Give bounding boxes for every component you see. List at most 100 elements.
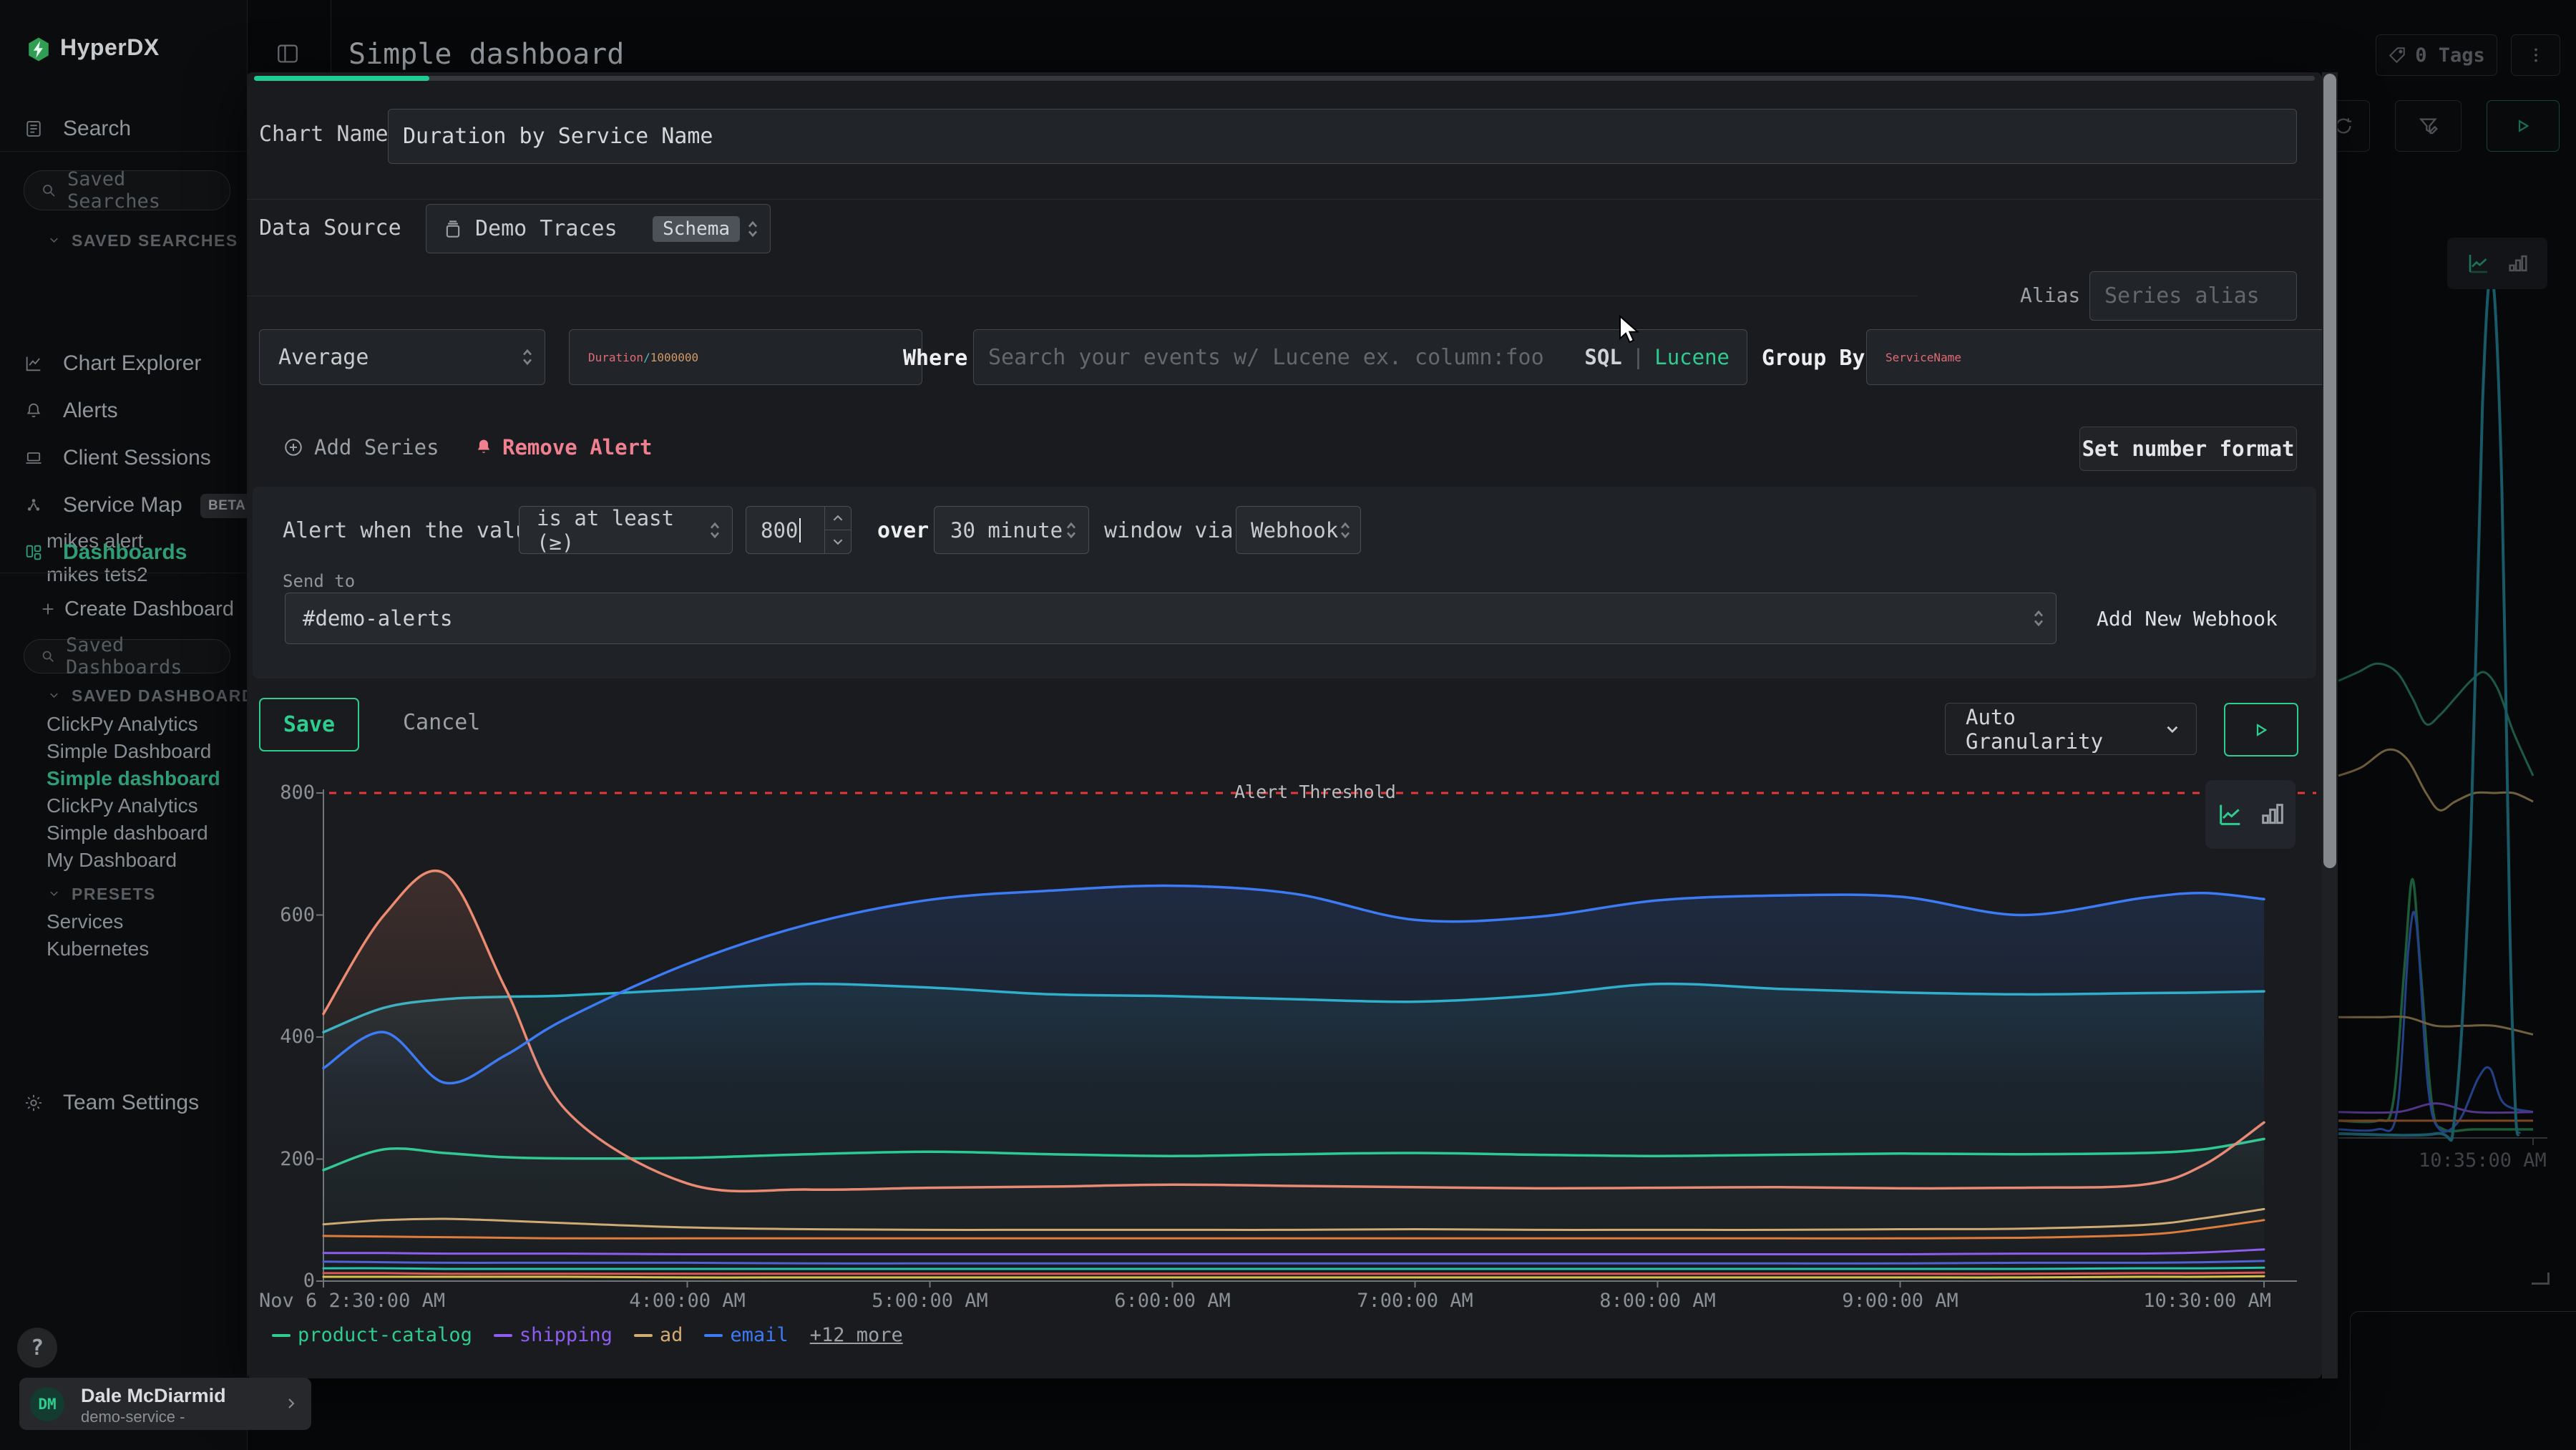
- sql-mode-toggle[interactable]: SQL: [1584, 345, 1621, 369]
- x-axis-tick-label: 6:00:00 AM: [1094, 1290, 1252, 1312]
- help-button[interactable]: ?: [17, 1328, 57, 1368]
- saved-searches-header[interactable]: SAVED SEARCHES: [72, 231, 238, 250]
- brand-name[interactable]: HyperDX: [60, 34, 160, 61]
- saved-searches-input[interactable]: Saved Searches: [24, 170, 230, 210]
- set-number-format-button[interactable]: Set number format: [2079, 427, 2297, 471]
- modal-scrollbar[interactable]: [2322, 72, 2338, 1378]
- presets-header[interactable]: PRESETS: [72, 885, 156, 904]
- chart-explorer-icon: [24, 354, 44, 374]
- aggregation-select[interactable]: Average: [259, 329, 545, 385]
- select-chevrons-icon: [1338, 520, 1352, 541]
- kebab-menu-button[interactable]: [2511, 34, 2560, 76]
- data-source-select[interactable]: Demo Traces Schema: [426, 204, 771, 253]
- scrollbar-thumb[interactable]: [2323, 74, 2336, 868]
- legend-item[interactable]: ad: [634, 1324, 683, 1346]
- chart-name-input[interactable]: [389, 124, 2296, 149]
- sidebar-item-chart-explorer[interactable]: Chart Explorer: [0, 348, 247, 379]
- service-map-icon: [24, 495, 44, 515]
- help-label: ?: [31, 1335, 44, 1361]
- hyperdx-logo-icon[interactable]: [26, 36, 52, 63]
- saved-dashboard-item[interactable]: Simple dashboard: [47, 767, 220, 790]
- spinner-down-icon[interactable]: [825, 530, 851, 553]
- expression-operator: /: [643, 351, 650, 364]
- sidebar-item-dashboards[interactable]: Dashboards: [0, 537, 247, 568]
- select-chevrons-icon: [2031, 608, 2046, 629]
- chevron-down-icon[interactable]: [47, 688, 61, 702]
- expression-field[interactable]: Duration/1000000: [569, 329, 922, 385]
- sidebar-collapse-button[interactable]: [275, 42, 300, 66]
- save-button[interactable]: Save: [259, 698, 359, 751]
- legend-label: product-catalog: [298, 1324, 472, 1346]
- run-chart-button[interactable]: [2224, 703, 2298, 756]
- y-axis-tick-label: 600: [252, 904, 315, 926]
- series-alias-input[interactable]: [2090, 283, 2296, 308]
- chart-type-toggle[interactable]: [2205, 780, 2296, 849]
- sidebar-item-service-map[interactable]: Service MapBETA: [0, 490, 247, 521]
- send-to-value: #demo-alerts: [303, 606, 453, 631]
- chevron-down-icon[interactable]: [47, 887, 61, 900]
- x-axis-tick-label: 9:00:00 AM: [1822, 1290, 1979, 1312]
- series-alias-field[interactable]: [2089, 271, 2297, 321]
- page-title: Simple dashboard: [348, 38, 624, 71]
- alert-bell-icon: [474, 437, 494, 458]
- legend-item[interactable]: +12 more: [810, 1324, 903, 1346]
- group-by-value: ServiceName: [1885, 351, 1961, 364]
- cancel-button[interactable]: Cancel: [390, 710, 493, 735]
- bg-chart-type-toggle[interactable]: [2447, 238, 2547, 289]
- saved-dashboard-item[interactable]: ClickPy Analytics: [47, 713, 198, 736]
- legend-label: ad: [660, 1324, 683, 1346]
- sidebar-item-label: Dashboards: [63, 540, 187, 565]
- search-icon: [40, 182, 57, 199]
- modal-progress-track: [254, 76, 2315, 81]
- lucene-mode-toggle[interactable]: Lucene: [1654, 345, 1729, 369]
- run-query-button-bg[interactable]: [2487, 100, 2560, 152]
- add-new-webhook-button[interactable]: Add New Webhook: [2097, 607, 2278, 631]
- number-spinner[interactable]: [824, 507, 851, 553]
- saved-dashboards-header[interactable]: SAVED DASHBOARDS: [72, 686, 267, 706]
- x-axis-tick-label: 10:30:00 AM: [2142, 1290, 2271, 1312]
- saved-dashboard-item[interactable]: My Dashboard: [47, 849, 177, 872]
- spinner-up-icon[interactable]: [825, 507, 851, 530]
- remove-alert-button[interactable]: Remove Alert: [474, 435, 653, 459]
- send-to-label: Send to: [283, 571, 355, 591]
- saved-dashboard-item[interactable]: ClickPy Analytics: [47, 794, 198, 817]
- alert-threshold-label: Alert Threshold: [1234, 782, 1396, 802]
- tags-button[interactable]: 0 Tags: [2376, 34, 2497, 76]
- sidebar-item-label: Client Sessions: [63, 446, 211, 470]
- sidebar-item-team-settings[interactable]: Team Settings: [0, 1087, 247, 1119]
- alert-window-select[interactable]: 30 minute: [934, 506, 1089, 554]
- x-axis-tick-label: 4:00:00 AM: [609, 1290, 766, 1312]
- legend-label: shipping: [519, 1324, 613, 1346]
- legend-item[interactable]: product-catalog: [272, 1324, 472, 1346]
- app-window: 0 Tags: [0, 0, 2576, 1450]
- y-axis-tick-label: 400: [252, 1026, 315, 1048]
- sidebar-item-search[interactable]: Search: [0, 113, 247, 145]
- legend-item[interactable]: shipping: [494, 1324, 613, 1346]
- send-to-select[interactable]: #demo-alerts: [285, 593, 2057, 644]
- select-chevrons-icon: [520, 346, 535, 368]
- sidebar-item-client-sessions[interactable]: Client Sessions: [0, 442, 247, 474]
- group-by-field[interactable]: ServiceName: [1866, 329, 2334, 385]
- saved-dashboards-input[interactable]: Saved Dashboards: [24, 639, 230, 673]
- saved-dashboard-item[interactable]: Simple Dashboard: [47, 740, 211, 763]
- filter-button[interactable]: [2395, 100, 2462, 152]
- chevron-down-icon[interactable]: [47, 233, 61, 247]
- select-chevrons-icon: [746, 218, 760, 240]
- alert-condition-select[interactable]: is at least (≥): [519, 506, 733, 554]
- granularity-select[interactable]: Auto Granularity: [1945, 703, 2197, 755]
- avatar-initials: DM: [38, 1396, 56, 1413]
- chart-name-field[interactable]: [388, 109, 2297, 164]
- legend-more-link[interactable]: +12 more: [810, 1324, 903, 1346]
- sidebar-item-alerts[interactable]: Alerts: [0, 395, 247, 427]
- saved-dashboard-item[interactable]: Simple dashboard: [47, 822, 208, 845]
- preset-item[interactable]: Services: [47, 910, 123, 933]
- legend-item[interactable]: email: [704, 1324, 788, 1346]
- alert-channel-select[interactable]: Webhook: [1236, 506, 1361, 554]
- alert-threshold-field[interactable]: 800: [746, 506, 852, 554]
- user-card[interactable]: DM Dale McDiarmid demo-service -: [19, 1378, 311, 1430]
- line-chart-icon: [2464, 250, 2493, 276]
- preset-item[interactable]: Kubernetes: [47, 938, 149, 960]
- panel-resize-handle[interactable]: [2532, 1273, 2550, 1285]
- create-dashboard-button[interactable]: Create Dashboard: [0, 593, 247, 625]
- add-series-button[interactable]: Add Series: [283, 435, 439, 459]
